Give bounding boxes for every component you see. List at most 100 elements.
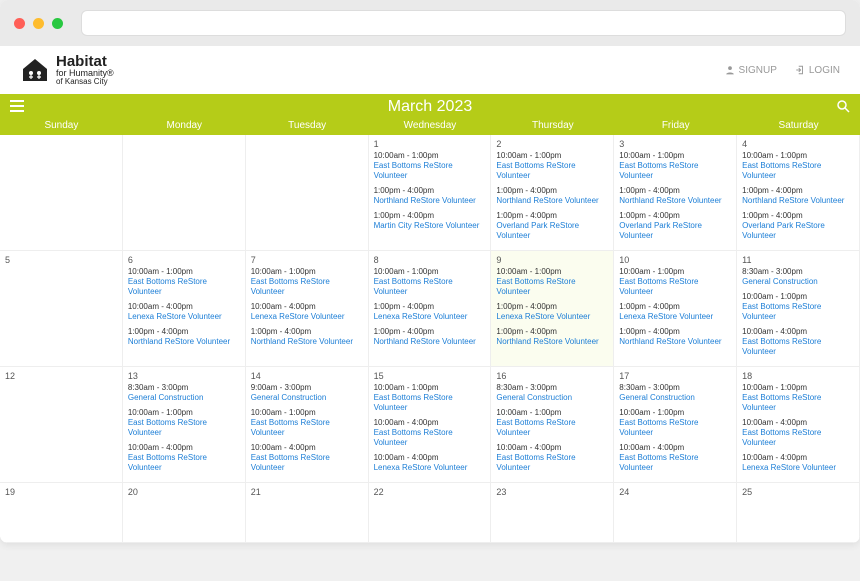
event-title[interactable]: Lenexa ReStore Volunteer xyxy=(374,463,486,473)
url-bar[interactable] xyxy=(81,10,846,36)
calendar-event[interactable]: 1:00pm - 4:00pmMartin City ReStore Volun… xyxy=(374,211,486,231)
event-title[interactable]: Northland ReStore Volunteer xyxy=(742,196,854,206)
event-title[interactable]: East Bottoms ReStore Volunteer xyxy=(496,418,608,438)
calendar-event[interactable]: 1:00pm - 4:00pmOverland Park ReStore Vol… xyxy=(619,211,731,241)
calendar-cell[interactable]: 22 xyxy=(369,483,492,543)
event-title[interactable]: East Bottoms ReStore Volunteer xyxy=(374,428,486,448)
calendar-event[interactable]: 10:00am - 1:00pmEast Bottoms ReStore Vol… xyxy=(619,267,731,297)
calendar-event[interactable]: 10:00am - 1:00pmEast Bottoms ReStore Vol… xyxy=(374,151,486,181)
event-title[interactable]: Northland ReStore Volunteer xyxy=(374,196,486,206)
window-close-dot[interactable] xyxy=(14,18,25,29)
calendar-event[interactable]: 1:00pm - 4:00pmLenexa ReStore Volunteer xyxy=(496,302,608,322)
login-link[interactable]: LOGIN xyxy=(795,65,840,76)
calendar-event[interactable]: 10:00am - 4:00pmLenexa ReStore Volunteer xyxy=(251,302,363,322)
calendar-event[interactable]: 1:00pm - 4:00pmOverland Park ReStore Vol… xyxy=(496,211,608,241)
calendar-cell[interactable]: 12 xyxy=(0,367,123,483)
event-title[interactable]: Northland ReStore Volunteer xyxy=(619,196,731,206)
event-title[interactable]: Northland ReStore Volunteer xyxy=(496,337,608,347)
search-icon[interactable] xyxy=(836,99,850,113)
event-title[interactable]: Northland ReStore Volunteer xyxy=(128,337,240,347)
calendar-cell[interactable]: 19 xyxy=(0,483,123,543)
event-title[interactable]: East Bottoms ReStore Volunteer xyxy=(374,161,486,181)
event-title[interactable]: East Bottoms ReStore Volunteer xyxy=(742,161,854,181)
calendar-cell[interactable]: 610:00am - 1:00pmEast Bottoms ReStore Vo… xyxy=(123,251,246,367)
event-title[interactable]: Lenexa ReStore Volunteer xyxy=(374,312,486,322)
calendar-event[interactable]: 10:00am - 1:00pmEast Bottoms ReStore Vol… xyxy=(374,267,486,297)
event-title[interactable]: Overland Park ReStore Volunteer xyxy=(496,221,608,241)
calendar-cell[interactable]: 20 xyxy=(123,483,246,543)
event-title[interactable]: East Bottoms ReStore Volunteer xyxy=(742,337,854,357)
calendar-event[interactable]: 1:00pm - 4:00pmNorthland ReStore Volunte… xyxy=(251,327,363,347)
calendar-event[interactable]: 10:00am - 4:00pmEast Bottoms ReStore Vol… xyxy=(374,418,486,448)
calendar-event[interactable]: 1:00pm - 4:00pmNorthland ReStore Volunte… xyxy=(619,327,731,347)
event-title[interactable]: East Bottoms ReStore Volunteer xyxy=(742,393,854,413)
calendar-event[interactable]: 1:00pm - 4:00pmLenexa ReStore Volunteer xyxy=(619,302,731,322)
calendar-event[interactable]: 1:00pm - 4:00pmLenexa ReStore Volunteer xyxy=(374,302,486,322)
event-title[interactable]: East Bottoms ReStore Volunteer xyxy=(496,453,608,473)
event-title[interactable]: Overland Park ReStore Volunteer xyxy=(742,221,854,241)
calendar-cell[interactable] xyxy=(246,135,369,251)
calendar-event[interactable]: 10:00am - 1:00pmEast Bottoms ReStore Vol… xyxy=(496,267,608,297)
calendar-event[interactable]: 10:00am - 1:00pmEast Bottoms ReStore Vol… xyxy=(251,267,363,297)
event-title[interactable]: East Bottoms ReStore Volunteer xyxy=(619,418,731,438)
calendar-cell[interactable]: 138:30am - 3:00pmGeneral Construction10:… xyxy=(123,367,246,483)
calendar-event[interactable]: 8:30am - 3:00pmGeneral Construction xyxy=(619,383,731,403)
window-max-dot[interactable] xyxy=(52,18,63,29)
calendar-cell[interactable]: 1010:00am - 1:00pmEast Bottoms ReStore V… xyxy=(614,251,737,367)
calendar-event[interactable]: 8:30am - 3:00pmGeneral Construction xyxy=(496,383,608,403)
calendar-cell[interactable]: 21 xyxy=(246,483,369,543)
signup-link[interactable]: SIGNUP xyxy=(725,65,777,76)
calendar-cell[interactable]: 110:00am - 1:00pmEast Bottoms ReStore Vo… xyxy=(369,135,492,251)
calendar-event[interactable]: 10:00am - 1:00pmEast Bottoms ReStore Vol… xyxy=(496,151,608,181)
calendar-cell[interactable]: 910:00am - 1:00pmEast Bottoms ReStore Vo… xyxy=(491,251,614,367)
event-title[interactable]: General Construction xyxy=(619,393,731,403)
calendar-event[interactable]: 1:00pm - 4:00pmNorthland ReStore Volunte… xyxy=(619,186,731,206)
event-title[interactable]: Lenexa ReStore Volunteer xyxy=(496,312,608,322)
calendar-event[interactable]: 10:00am - 4:00pmEast Bottoms ReStore Vol… xyxy=(496,443,608,473)
event-title[interactable]: East Bottoms ReStore Volunteer xyxy=(496,161,608,181)
event-title[interactable]: East Bottoms ReStore Volunteer xyxy=(251,418,363,438)
event-title[interactable]: Northland ReStore Volunteer xyxy=(496,196,608,206)
calendar-event[interactable]: 1:00pm - 4:00pmNorthland ReStore Volunte… xyxy=(374,327,486,347)
calendar-event[interactable]: 10:00am - 1:00pmEast Bottoms ReStore Vol… xyxy=(128,408,240,438)
calendar-event[interactable]: 10:00am - 1:00pmEast Bottoms ReStore Vol… xyxy=(374,383,486,413)
event-title[interactable]: East Bottoms ReStore Volunteer xyxy=(128,418,240,438)
event-title[interactable]: Overland Park ReStore Volunteer xyxy=(619,221,731,241)
calendar-cell[interactable]: 5 xyxy=(0,251,123,367)
event-title[interactable]: East Bottoms ReStore Volunteer xyxy=(128,453,240,473)
calendar-event[interactable]: 10:00am - 1:00pmEast Bottoms ReStore Vol… xyxy=(251,408,363,438)
calendar-event[interactable]: 1:00pm - 4:00pmNorthland ReStore Volunte… xyxy=(496,327,608,347)
calendar-cell[interactable]: 25 xyxy=(737,483,860,543)
event-title[interactable]: Northland ReStore Volunteer xyxy=(374,337,486,347)
calendar-event[interactable]: 10:00am - 4:00pmEast Bottoms ReStore Vol… xyxy=(251,443,363,473)
event-title[interactable]: Lenexa ReStore Volunteer xyxy=(742,463,854,473)
event-title[interactable]: East Bottoms ReStore Volunteer xyxy=(251,277,363,297)
event-title[interactable]: East Bottoms ReStore Volunteer xyxy=(619,277,731,297)
calendar-event[interactable]: 10:00am - 4:00pmEast Bottoms ReStore Vol… xyxy=(742,327,854,357)
calendar-event[interactable]: 10:00am - 4:00pmEast Bottoms ReStore Vol… xyxy=(619,443,731,473)
calendar-event[interactable]: 10:00am - 1:00pmEast Bottoms ReStore Vol… xyxy=(496,408,608,438)
event-title[interactable]: General Construction xyxy=(496,393,608,403)
event-title[interactable]: General Construction xyxy=(128,393,240,403)
logo[interactable]: Habitat for Humanity® of Kansas City xyxy=(20,54,114,86)
calendar-cell[interactable]: 810:00am - 1:00pmEast Bottoms ReStore Vo… xyxy=(369,251,492,367)
calendar-cell[interactable]: 149:00am - 3:00pmGeneral Construction10:… xyxy=(246,367,369,483)
event-title[interactable]: East Bottoms ReStore Volunteer xyxy=(251,453,363,473)
calendar-cell[interactable]: 23 xyxy=(491,483,614,543)
event-title[interactable]: Lenexa ReStore Volunteer xyxy=(251,312,363,322)
event-title[interactable]: East Bottoms ReStore Volunteer xyxy=(374,277,486,297)
calendar-cell[interactable]: 1510:00am - 1:00pmEast Bottoms ReStore V… xyxy=(369,367,492,483)
calendar-event[interactable]: 1:00pm - 4:00pmNorthland ReStore Volunte… xyxy=(128,327,240,347)
calendar-cell[interactable] xyxy=(0,135,123,251)
calendar-event[interactable]: 9:00am - 3:00pmGeneral Construction xyxy=(251,383,363,403)
calendar-cell[interactable]: 710:00am - 1:00pmEast Bottoms ReStore Vo… xyxy=(246,251,369,367)
calendar-event[interactable]: 10:00am - 4:00pmEast Bottoms ReStore Vol… xyxy=(742,418,854,448)
event-title[interactable]: Martin City ReStore Volunteer xyxy=(374,221,486,231)
calendar-event[interactable]: 10:00am - 1:00pmEast Bottoms ReStore Vol… xyxy=(742,292,854,322)
event-title[interactable]: Lenexa ReStore Volunteer xyxy=(128,312,240,322)
calendar-cell[interactable]: 1810:00am - 1:00pmEast Bottoms ReStore V… xyxy=(737,367,860,483)
calendar-event[interactable]: 8:30am - 3:00pmGeneral Construction xyxy=(128,383,240,403)
window-min-dot[interactable] xyxy=(33,18,44,29)
calendar-event[interactable]: 10:00am - 4:00pmLenexa ReStore Volunteer xyxy=(128,302,240,322)
calendar-cell[interactable]: 310:00am - 1:00pmEast Bottoms ReStore Vo… xyxy=(614,135,737,251)
